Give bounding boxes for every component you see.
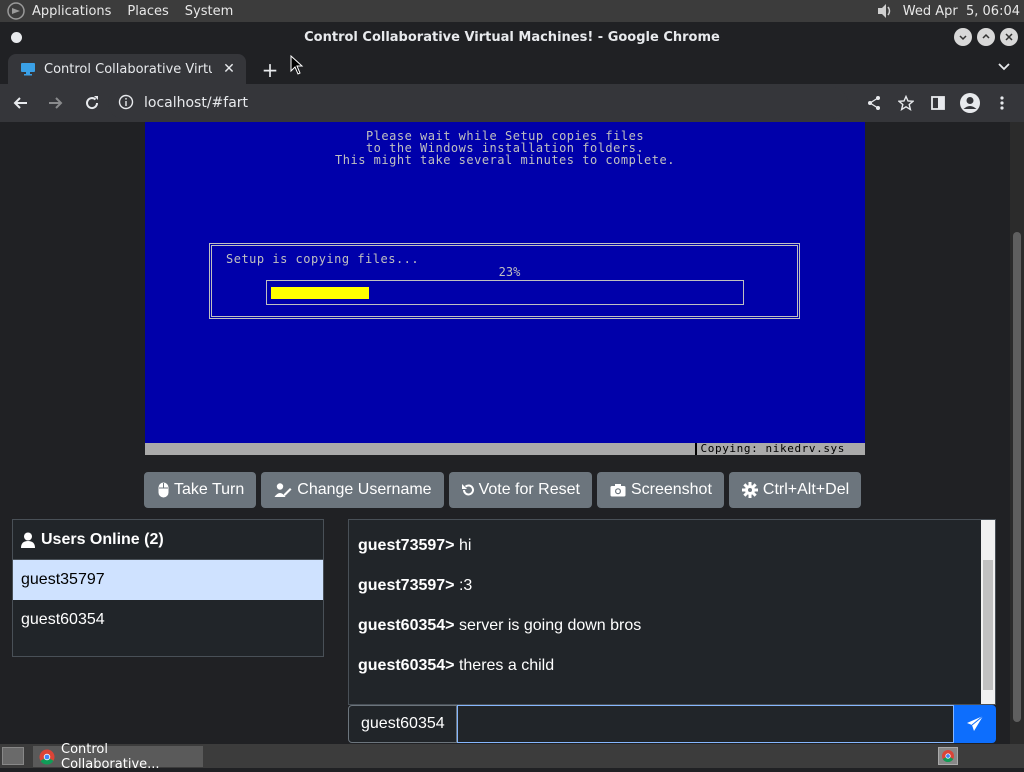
site-info-icon[interactable] [118, 94, 136, 112]
copy-progress-fill [271, 287, 369, 299]
chat-message: guest60354> theres a child [358, 657, 554, 675]
clock[interactable]: Wed Apr 5, 06:04 [903, 4, 1020, 19]
gnome-foot-icon[interactable] [6, 2, 26, 20]
chat-message: guest73597> hi [358, 537, 471, 555]
chat-text: server is going down bros [454, 617, 642, 634]
ctrl-alt-del-label: Ctrl+Alt+Del [762, 481, 850, 498]
places-menu[interactable]: Places [127, 4, 168, 19]
chat-username-display[interactable]: guest60354 [348, 705, 457, 743]
users-online-header: Users Online (2) [13, 520, 323, 560]
page-scrollbar[interactable] [1010, 122, 1024, 744]
system-menu[interactable]: System [185, 4, 233, 19]
user-icon [21, 532, 35, 548]
chat-text: hi [454, 537, 472, 554]
user-list-item[interactable]: guest60354 [13, 600, 323, 640]
chat-scrollbar[interactable] [981, 520, 995, 704]
screenshot-label: Screenshot [630, 481, 712, 498]
users-online-panel: Users Online (2) guest35797 guest60354 [12, 519, 324, 657]
chat-message: guest73597> :3 [358, 577, 472, 595]
maximize-button[interactable] [977, 28, 995, 46]
side-panel-icon[interactable] [922, 87, 954, 119]
chat-text: :3 [454, 577, 473, 594]
rotate-left-icon [461, 482, 475, 498]
user-edit-icon [273, 482, 293, 498]
chrome-tray-icon[interactable] [938, 747, 958, 769]
vote-reset-label: Vote for Reset [478, 481, 580, 498]
user-list-item[interactable]: guest35797 [13, 560, 323, 600]
applications-menu[interactable]: Applications [32, 4, 111, 19]
change-username-button[interactable]: Change Username [261, 472, 444, 508]
chat-username: guest60354> [358, 617, 455, 634]
change-username-label: Change Username [297, 481, 432, 498]
close-window-button[interactable] [1000, 28, 1018, 46]
more-menu-icon[interactable] [986, 87, 1018, 119]
system-top-panel: Applications Places System Wed Apr 5, 06… [0, 0, 1024, 22]
copy-progress-bar [266, 280, 744, 305]
chat-log[interactable]: guest73597> hi guest73597> :3 guest60354… [348, 519, 996, 705]
chat-username: guest73597> [358, 537, 455, 554]
volume-icon[interactable] [875, 2, 895, 20]
vm-display[interactable]: Please wait while Setup copies files to … [145, 122, 865, 455]
window-titlebar: Control Collaborative Virtual Machines! … [0, 22, 1024, 52]
chat-text: theres a child [454, 657, 555, 674]
browser-toolbar: localhost/#fart [0, 84, 1024, 122]
paper-plane-icon [967, 715, 984, 731]
users-online-title: Users Online (2) [41, 530, 164, 548]
forward-button[interactable] [40, 87, 72, 119]
mouse-cursor-icon [290, 55, 304, 75]
profile-avatar-icon[interactable] [954, 87, 986, 119]
gear-icon [741, 482, 759, 498]
window-menu-icon[interactable] [11, 32, 22, 43]
chrome-icon [39, 749, 55, 765]
vote-reset-button[interactable]: Vote for Reset [448, 472, 592, 508]
ctrl-alt-del-button[interactable]: Ctrl+Alt+Del [728, 472, 862, 508]
address-bar[interactable]: localhost/#fart [108, 87, 848, 119]
chat-message-input[interactable] [457, 705, 954, 743]
chat-username: guest73597> [358, 577, 455, 594]
tab-label: Control Collaborative Virtual Machines! [44, 61, 212, 77]
minimize-button[interactable] [954, 28, 972, 46]
page-scrollbar-thumb[interactable] [1013, 232, 1021, 722]
copy-progress-label: Setup is copying files... [226, 252, 420, 266]
copy-progress-box: Setup is copying files... 23% [209, 243, 800, 319]
setup-message-line-3: This might take several minutes to compl… [335, 153, 675, 167]
vm-controls: Take Turn Change Username Vote for Reset… [144, 472, 862, 508]
tab-close-icon[interactable]: ✕ [220, 60, 238, 78]
screenshot-button[interactable]: Screenshot [596, 472, 724, 508]
taskbar-window-button[interactable]: Control Collaborative... [33, 742, 203, 772]
copy-progress-percent: 23% [498, 265, 521, 279]
chat-username: guest60354> [358, 657, 455, 674]
back-button[interactable] [4, 87, 36, 119]
copying-status-text: Copying: nikedrv.sys [694, 443, 865, 455]
show-desktop-icon[interactable] [2, 747, 24, 765]
send-button[interactable] [954, 705, 996, 743]
mouse-icon [156, 482, 170, 498]
chat-scrollbar-thumb[interactable] [983, 560, 993, 690]
take-turn-button[interactable]: Take Turn [144, 472, 257, 508]
url-text[interactable]: localhost/#fart [144, 95, 248, 111]
vm-status-bar: Copying: nikedrv.sys [145, 443, 865, 455]
chat-input-group: guest60354 [348, 705, 996, 743]
take-turn-label: Take Turn [174, 481, 245, 498]
tab-search-chevron-icon[interactable] [998, 60, 1010, 74]
bookmark-star-icon[interactable] [890, 87, 922, 119]
tab-active[interactable]: Control Collaborative Virtual Machines! … [8, 54, 246, 84]
system-bottom-panel: Control Collaborative... [0, 742, 1024, 772]
share-icon[interactable] [858, 87, 890, 119]
page-content: Please wait while Setup copies files to … [0, 122, 1010, 744]
setup-message: Please wait while Setup copies files to … [145, 130, 865, 166]
tab-strip: Control Collaborative Virtual Machines! … [0, 52, 1024, 84]
camera-icon [609, 482, 627, 498]
taskbar-window-label: Control Collaborative... [61, 741, 160, 772]
monitor-favicon-icon [20, 62, 36, 76]
reload-button[interactable] [76, 87, 108, 119]
window-title: Control Collaborative Virtual Machines! … [304, 29, 720, 45]
chat-message: guest60354> server is going down bros [358, 617, 641, 635]
new-tab-button[interactable]: + [258, 58, 282, 82]
